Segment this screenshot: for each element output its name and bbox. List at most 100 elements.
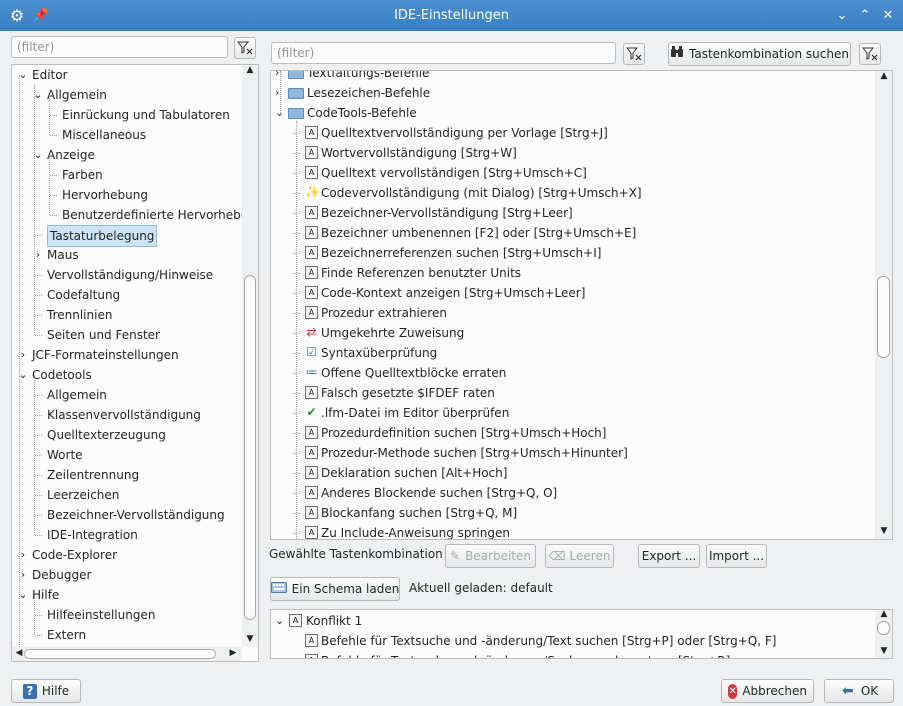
tree-item[interactable]: ⌄ Hilfe	[12, 585, 240, 605]
scroll-down-icon[interactable]: ▼	[877, 646, 891, 656]
tree-item[interactable]: Trennlinien	[12, 305, 240, 325]
scroll-up-icon[interactable]: ▲	[243, 65, 257, 75]
command-item[interactable]: A Quelltext vervollständigen [Strg+Umsch+…	[271, 163, 871, 183]
conflict-vertical-scrollbar[interactable]: ▲ ▼	[875, 610, 892, 658]
tree-item[interactable]: Hilfeeinstellungen	[12, 605, 240, 625]
conflict-tree[interactable]: ⌄ A Konflikt 1 A Befehle für Textsuche und -…	[270, 609, 893, 659]
tree-item[interactable]: › Debugger	[12, 565, 240, 585]
tree-item[interactable]: Benutzerdefinierte Hervorhebu	[12, 205, 248, 225]
command-item[interactable]: A Deklaration suchen [Alt+Hoch]	[271, 463, 871, 483]
command-item[interactable]: A Finde Referenzen benutzter Units	[271, 263, 871, 283]
command-item[interactable]: A Bezeichnerreferenzen suchen [Strg+Umsch…	[271, 243, 871, 263]
tree-horizontal-scrollbar[interactable]: ◀ ▶	[12, 647, 242, 661]
close-icon[interactable]: ✕	[878, 5, 898, 25]
ok-button[interactable]: ⬅ OK	[824, 679, 894, 703]
conflict-item[interactable]: A Befehle für Textsuche und -änderung/Tex…	[271, 631, 871, 651]
command-item[interactable]: ≔ Offene Quelltextblöcke erraten	[271, 363, 871, 383]
command-item[interactable]: A Blockanfang suchen [Strg+Q, M]	[271, 503, 871, 523]
help-button[interactable]: ? Hilfe	[11, 679, 81, 703]
left-filter-clear-button[interactable]	[234, 37, 256, 59]
command-scroll-thumb[interactable]	[877, 276, 890, 358]
key-command-icon: A	[305, 306, 318, 319]
command-item[interactable]: A Zu Include-Anweisung springen	[271, 523, 871, 539]
gear-icon[interactable]: ⚙	[6, 4, 28, 26]
expander-right-icon[interactable]: ›	[275, 71, 279, 83]
options-tree[interactable]: ⌄ Editor ⌄ Allgemein Einrückung und Tabulato…	[11, 64, 259, 662]
command-item[interactable]: A Prozedur extrahieren	[271, 303, 871, 323]
command-item[interactable]: ⇄ Umgekehrte Zuweisung	[271, 323, 871, 343]
tree-item[interactable]: Worte	[12, 445, 240, 465]
find-key-combination-button[interactable]: Tastenkombination suchen	[668, 42, 851, 66]
command-item[interactable]: A Anderes Blockende suchen [Strg+Q, O]	[271, 483, 871, 503]
key-filter-clear-button[interactable]	[859, 43, 881, 65]
export-button[interactable]: Export ...	[638, 544, 700, 568]
command-tree[interactable]: › Textfaltungs-Befehle › Lesezeichen-Befehl…	[270, 70, 893, 540]
command-category[interactable]: › Lesezeichen-Befehle	[271, 83, 871, 103]
edit-button[interactable]: ✎ Bearbeiten	[445, 544, 536, 568]
conflict-item[interactable]: ABefehle für Textsuche und -änderung/Suc…	[271, 651, 871, 658]
command-item[interactable]: A Wortvervollständigung [Strg+W]	[271, 143, 871, 163]
scroll-up-icon[interactable]: ▲	[877, 610, 891, 619]
tree-item[interactable]: Seiten und Fenster	[12, 325, 240, 345]
command-item[interactable]: A Prozedurdefinition suchen [Strg+Umsch+H…	[271, 423, 871, 443]
cancel-button[interactable]: ✕ Abbrechen	[721, 679, 814, 703]
command-category[interactable]: ⌄ CodeTools-Befehle	[271, 103, 871, 123]
tree-item[interactable]: Codefaltung	[12, 285, 240, 305]
scroll-down-icon[interactable]: ▼	[877, 526, 891, 536]
tree-item[interactable]: Vervollständigung/Hinweise	[12, 265, 240, 285]
tree-scroll-thumb[interactable]	[244, 275, 256, 620]
tree-item-label: Hilfeeinstellungen	[47, 608, 156, 622]
tree-item[interactable]: ⌄ Allgemein	[12, 85, 240, 105]
tree-hscroll-thumb[interactable]	[24, 649, 216, 659]
conflict-scroll-thumb[interactable]	[877, 621, 890, 635]
command-item[interactable]: A Code-Kontext anzeigen [Strg+Umsch+Leer]	[271, 283, 871, 303]
command-item[interactable]: ☑ Syntaxüberprüfung	[271, 343, 871, 363]
tree-item[interactable]: Leerzeichen	[12, 485, 240, 505]
command-label: Bezeichner-Vervollständigung [Strg+Leer]	[321, 206, 573, 220]
command-category[interactable]: › Textfaltungs-Befehle	[271, 71, 871, 83]
pin-icon[interactable]: 📌	[30, 4, 52, 26]
tree-vertical-scrollbar[interactable]: ▲ ▼	[242, 65, 258, 647]
maximize-icon[interactable]: ⌃	[855, 5, 875, 25]
tree-item[interactable]: Klassenvervollständigung	[12, 405, 240, 425]
clear-button[interactable]: ⌫ Leeren	[545, 544, 614, 568]
left-filter-input[interactable]: (filter)	[11, 36, 228, 58]
tree-item[interactable]: › JCF-Formateinstellungen	[12, 345, 240, 365]
load-scheme-button[interactable]: Ein Schema laden	[270, 577, 400, 601]
scroll-down-icon[interactable]: ▼	[243, 634, 257, 644]
tree-item[interactable]: Extern	[12, 625, 240, 645]
collapse-icon[interactable]: ⌄	[832, 5, 852, 25]
tree-item[interactable]: ⌄ Editor	[12, 65, 240, 85]
command-filter-input[interactable]: (filter)	[271, 42, 616, 64]
command-item[interactable]: A Prozedur-Methode suchen [Strg+Umsch+Hin…	[271, 443, 871, 463]
scroll-right-icon[interactable]: ▶	[226, 648, 240, 658]
key-command-icon: A	[305, 486, 318, 499]
command-item[interactable]: A Falsch gesetzte $IFDEF raten	[271, 383, 871, 403]
command-filter-clear-button[interactable]	[623, 43, 645, 65]
tree-item[interactable]: Quelltexterzeugung	[12, 425, 240, 445]
tree-item[interactable]: Hervorhebung	[12, 185, 240, 205]
command-item[interactable]: A Bezeichner-Vervollständigung [Strg+Leer…	[271, 203, 871, 223]
import-button[interactable]: Import ...	[706, 544, 767, 568]
command-vertical-scrollbar[interactable]: ▲ ▼	[875, 71, 892, 539]
tree-item[interactable]: › Maus	[12, 245, 240, 265]
tree-item[interactable]: Miscellaneous	[12, 125, 240, 145]
tree-item[interactable]: Allgemein	[12, 385, 240, 405]
command-item[interactable]: A Bezeichner umbenennen [F2] oder [Strg+U…	[271, 223, 871, 243]
conflict-group[interactable]: ⌄ A Konflikt 1	[271, 611, 871, 631]
tree-item[interactable]: › Code-Explorer	[12, 545, 240, 565]
scroll-up-icon[interactable]: ▲	[877, 71, 891, 81]
tree-item[interactable]: Bezeichner-Vervollständigung	[12, 505, 240, 525]
command-item[interactable]: ✔ .lfm-Datei im Editor überprüfen	[271, 403, 871, 423]
tree-item[interactable]: Zeilentrennung	[12, 465, 240, 485]
tree-item[interactable]: Farben	[12, 165, 240, 185]
expander-right-icon[interactable]: ›	[275, 83, 279, 103]
tree-item[interactable]: IDE-Integration	[12, 525, 240, 545]
tree-item[interactable]: Tastaturbelegung	[12, 225, 240, 247]
expander-down-icon[interactable]: ⌄	[275, 611, 284, 631]
command-item[interactable]: A Quelltextvervollständigung per Vorlage …	[271, 123, 871, 143]
tree-item[interactable]: ⌄ Anzeige	[12, 145, 240, 165]
tree-item[interactable]: Einrückung und Tabulatoren	[12, 105, 240, 125]
command-item[interactable]: ✨ Codevervollständigung (mit Dialog) [Str…	[271, 183, 871, 203]
tree-item[interactable]: ⌄ Codetools	[12, 365, 240, 385]
